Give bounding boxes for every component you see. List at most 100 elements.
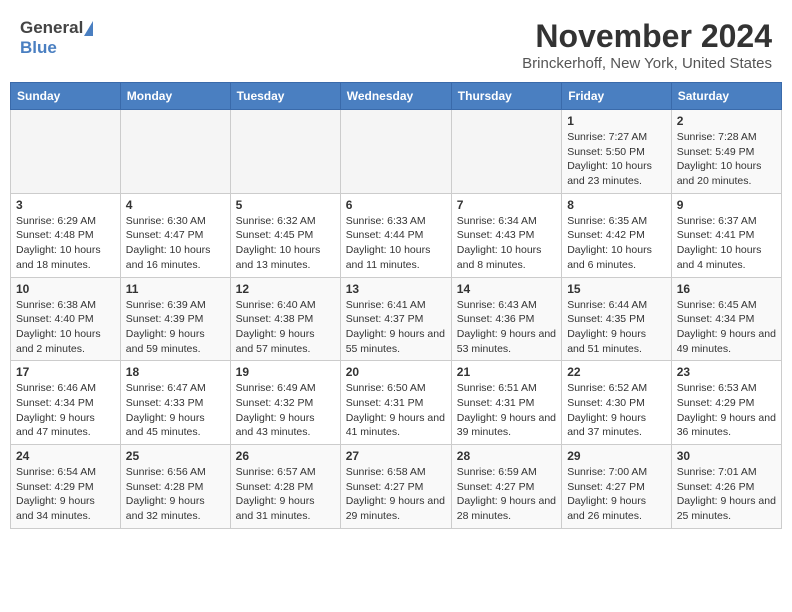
calendar-day-cell	[451, 110, 561, 194]
day-info: Sunrise: 6:54 AM Sunset: 4:29 PM Dayligh…	[16, 465, 115, 524]
day-info: Sunrise: 6:56 AM Sunset: 4:28 PM Dayligh…	[126, 465, 225, 524]
calendar-week-row: 17 Sunrise: 6:46 AM Sunset: 4:34 PM Dayli…	[11, 361, 782, 445]
day-number: 16	[677, 282, 776, 296]
day-info: Sunrise: 6:38 AM Sunset: 4:40 PM Dayligh…	[16, 298, 115, 357]
day-info: Sunrise: 6:43 AM Sunset: 4:36 PM Dayligh…	[457, 298, 556, 357]
day-of-week-header: Monday	[120, 83, 230, 110]
day-info: Sunrise: 7:28 AM Sunset: 5:49 PM Dayligh…	[677, 130, 776, 189]
day-number: 7	[457, 198, 556, 212]
day-number: 15	[567, 282, 666, 296]
calendar-day-cell: 28 Sunrise: 6:59 AM Sunset: 4:27 PM Dayli…	[451, 445, 561, 529]
calendar-day-cell: 25 Sunrise: 6:56 AM Sunset: 4:28 PM Dayli…	[120, 445, 230, 529]
day-of-week-header: Sunday	[11, 83, 121, 110]
day-info: Sunrise: 6:37 AM Sunset: 4:41 PM Dayligh…	[677, 214, 776, 273]
calendar-week-row: 1 Sunrise: 7:27 AM Sunset: 5:50 PM Daylig…	[11, 110, 782, 194]
calendar-day-cell: 8 Sunrise: 6:35 AM Sunset: 4:42 PM Daylig…	[562, 193, 672, 277]
day-number: 26	[236, 449, 335, 463]
day-info: Sunrise: 6:29 AM Sunset: 4:48 PM Dayligh…	[16, 214, 115, 273]
calendar-header-row: SundayMondayTuesdayWednesdayThursdayFrid…	[11, 83, 782, 110]
day-info: Sunrise: 6:47 AM Sunset: 4:33 PM Dayligh…	[126, 381, 225, 440]
day-info: Sunrise: 6:59 AM Sunset: 4:27 PM Dayligh…	[457, 465, 556, 524]
day-number: 8	[567, 198, 666, 212]
day-number: 20	[346, 365, 446, 379]
day-info: Sunrise: 6:51 AM Sunset: 4:31 PM Dayligh…	[457, 381, 556, 440]
day-of-week-header: Friday	[562, 83, 672, 110]
calendar-week-row: 3 Sunrise: 6:29 AM Sunset: 4:48 PM Daylig…	[11, 193, 782, 277]
calendar-day-cell: 11Sunrise: 6:39 AM Sunset: 4:39 PM Dayli…	[120, 277, 230, 361]
day-info: Sunrise: 6:41 AM Sunset: 4:37 PM Dayligh…	[346, 298, 446, 357]
day-number: 27	[346, 449, 446, 463]
day-info: Sunrise: 7:00 AM Sunset: 4:27 PM Dayligh…	[567, 465, 666, 524]
calendar-day-cell: 29 Sunrise: 7:00 AM Sunset: 4:27 PM Dayli…	[562, 445, 672, 529]
day-number: 3	[16, 198, 115, 212]
calendar-day-cell: 7 Sunrise: 6:34 AM Sunset: 4:43 PM Daylig…	[451, 193, 561, 277]
calendar-day-cell: 1 Sunrise: 7:27 AM Sunset: 5:50 PM Daylig…	[562, 110, 672, 194]
calendar-day-cell: 30 Sunrise: 7:01 AM Sunset: 4:26 PM Dayli…	[671, 445, 781, 529]
calendar-day-cell	[120, 110, 230, 194]
calendar-day-cell: 20Sunrise: 6:50 AM Sunset: 4:31 PM Dayli…	[340, 361, 451, 445]
day-number: 18	[126, 365, 225, 379]
day-number: 4	[126, 198, 225, 212]
day-info: Sunrise: 6:57 AM Sunset: 4:28 PM Dayligh…	[236, 465, 335, 524]
day-number: 28	[457, 449, 556, 463]
calendar-day-cell: 19Sunrise: 6:49 AM Sunset: 4:32 PM Dayli…	[230, 361, 340, 445]
day-number: 25	[126, 449, 225, 463]
calendar-day-cell	[230, 110, 340, 194]
calendar-title: November 2024	[522, 18, 772, 55]
calendar-day-cell: 21 Sunrise: 6:51 AM Sunset: 4:31 PM Dayli…	[451, 361, 561, 445]
day-number: 29	[567, 449, 666, 463]
day-info: Sunrise: 6:45 AM Sunset: 4:34 PM Dayligh…	[677, 298, 776, 357]
day-number: 17	[16, 365, 115, 379]
calendar-week-row: 10 Sunrise: 6:38 AM Sunset: 4:40 PM Dayli…	[11, 277, 782, 361]
day-number: 10	[16, 282, 115, 296]
calendar-wrapper: SundayMondayTuesdayWednesdayThursdayFrid…	[0, 82, 792, 539]
day-info: Sunrise: 6:46 AM Sunset: 4:34 PM Dayligh…	[16, 381, 115, 440]
day-info: Sunrise: 6:44 AM Sunset: 4:35 PM Dayligh…	[567, 298, 666, 357]
calendar-day-cell: 14 Sunrise: 6:43 AM Sunset: 4:36 PM Dayli…	[451, 277, 561, 361]
day-number: 1	[567, 114, 666, 128]
day-info: Sunrise: 6:35 AM Sunset: 4:42 PM Dayligh…	[567, 214, 666, 273]
calendar-day-cell	[11, 110, 121, 194]
day-number: 24	[16, 449, 115, 463]
logo-general-text: General	[20, 18, 83, 38]
day-number: 13	[346, 282, 446, 296]
day-number: 30	[677, 449, 776, 463]
day-number: 14	[457, 282, 556, 296]
day-info: Sunrise: 6:58 AM Sunset: 4:27 PM Dayligh…	[346, 465, 446, 524]
day-info: Sunrise: 6:40 AM Sunset: 4:38 PM Dayligh…	[236, 298, 335, 357]
day-number: 23	[677, 365, 776, 379]
calendar-day-cell: 18 Sunrise: 6:47 AM Sunset: 4:33 PM Dayli…	[120, 361, 230, 445]
logo: General Blue	[20, 18, 93, 58]
day-number: 9	[677, 198, 776, 212]
day-info: Sunrise: 6:34 AM Sunset: 4:43 PM Dayligh…	[457, 214, 556, 273]
calendar-day-cell: 17 Sunrise: 6:46 AM Sunset: 4:34 PM Dayli…	[11, 361, 121, 445]
day-info: Sunrise: 6:33 AM Sunset: 4:44 PM Dayligh…	[346, 214, 446, 273]
day-info: Sunrise: 6:30 AM Sunset: 4:47 PM Dayligh…	[126, 214, 225, 273]
day-number: 12	[236, 282, 335, 296]
logo-blue-text: Blue	[20, 38, 57, 57]
calendar-day-cell: 27 Sunrise: 6:58 AM Sunset: 4:27 PM Dayli…	[340, 445, 451, 529]
day-info: Sunrise: 6:32 AM Sunset: 4:45 PM Dayligh…	[236, 214, 335, 273]
day-number: 21	[457, 365, 556, 379]
header: General Blue November 2024 Brinckerhoff,…	[0, 0, 792, 82]
calendar-day-cell: 2Sunrise: 7:28 AM Sunset: 5:49 PM Daylig…	[671, 110, 781, 194]
day-of-week-header: Saturday	[671, 83, 781, 110]
day-info: Sunrise: 6:49 AM Sunset: 4:32 PM Dayligh…	[236, 381, 335, 440]
calendar-day-cell: 5 Sunrise: 6:32 AM Sunset: 4:45 PM Daylig…	[230, 193, 340, 277]
calendar-subtitle: Brinckerhoff, New York, United States	[522, 55, 772, 72]
day-number: 5	[236, 198, 335, 212]
day-info: Sunrise: 6:39 AM Sunset: 4:39 PM Dayligh…	[126, 298, 225, 357]
calendar-week-row: 24 Sunrise: 6:54 AM Sunset: 4:29 PM Dayli…	[11, 445, 782, 529]
calendar-day-cell: 6 Sunrise: 6:33 AM Sunset: 4:44 PM Daylig…	[340, 193, 451, 277]
day-info: Sunrise: 6:53 AM Sunset: 4:29 PM Dayligh…	[677, 381, 776, 440]
day-number: 6	[346, 198, 446, 212]
day-info: Sunrise: 7:01 AM Sunset: 4:26 PM Dayligh…	[677, 465, 776, 524]
day-of-week-header: Tuesday	[230, 83, 340, 110]
day-number: 22	[567, 365, 666, 379]
calendar-day-cell: 16 Sunrise: 6:45 AM Sunset: 4:34 PM Dayli…	[671, 277, 781, 361]
day-info: Sunrise: 7:27 AM Sunset: 5:50 PM Dayligh…	[567, 130, 666, 189]
calendar-day-cell: 15 Sunrise: 6:44 AM Sunset: 4:35 PM Dayli…	[562, 277, 672, 361]
calendar-day-cell: 22Sunrise: 6:52 AM Sunset: 4:30 PM Dayli…	[562, 361, 672, 445]
calendar-day-cell: 23 Sunrise: 6:53 AM Sunset: 4:29 PM Dayli…	[671, 361, 781, 445]
calendar-day-cell: 4 Sunrise: 6:30 AM Sunset: 4:47 PM Daylig…	[120, 193, 230, 277]
